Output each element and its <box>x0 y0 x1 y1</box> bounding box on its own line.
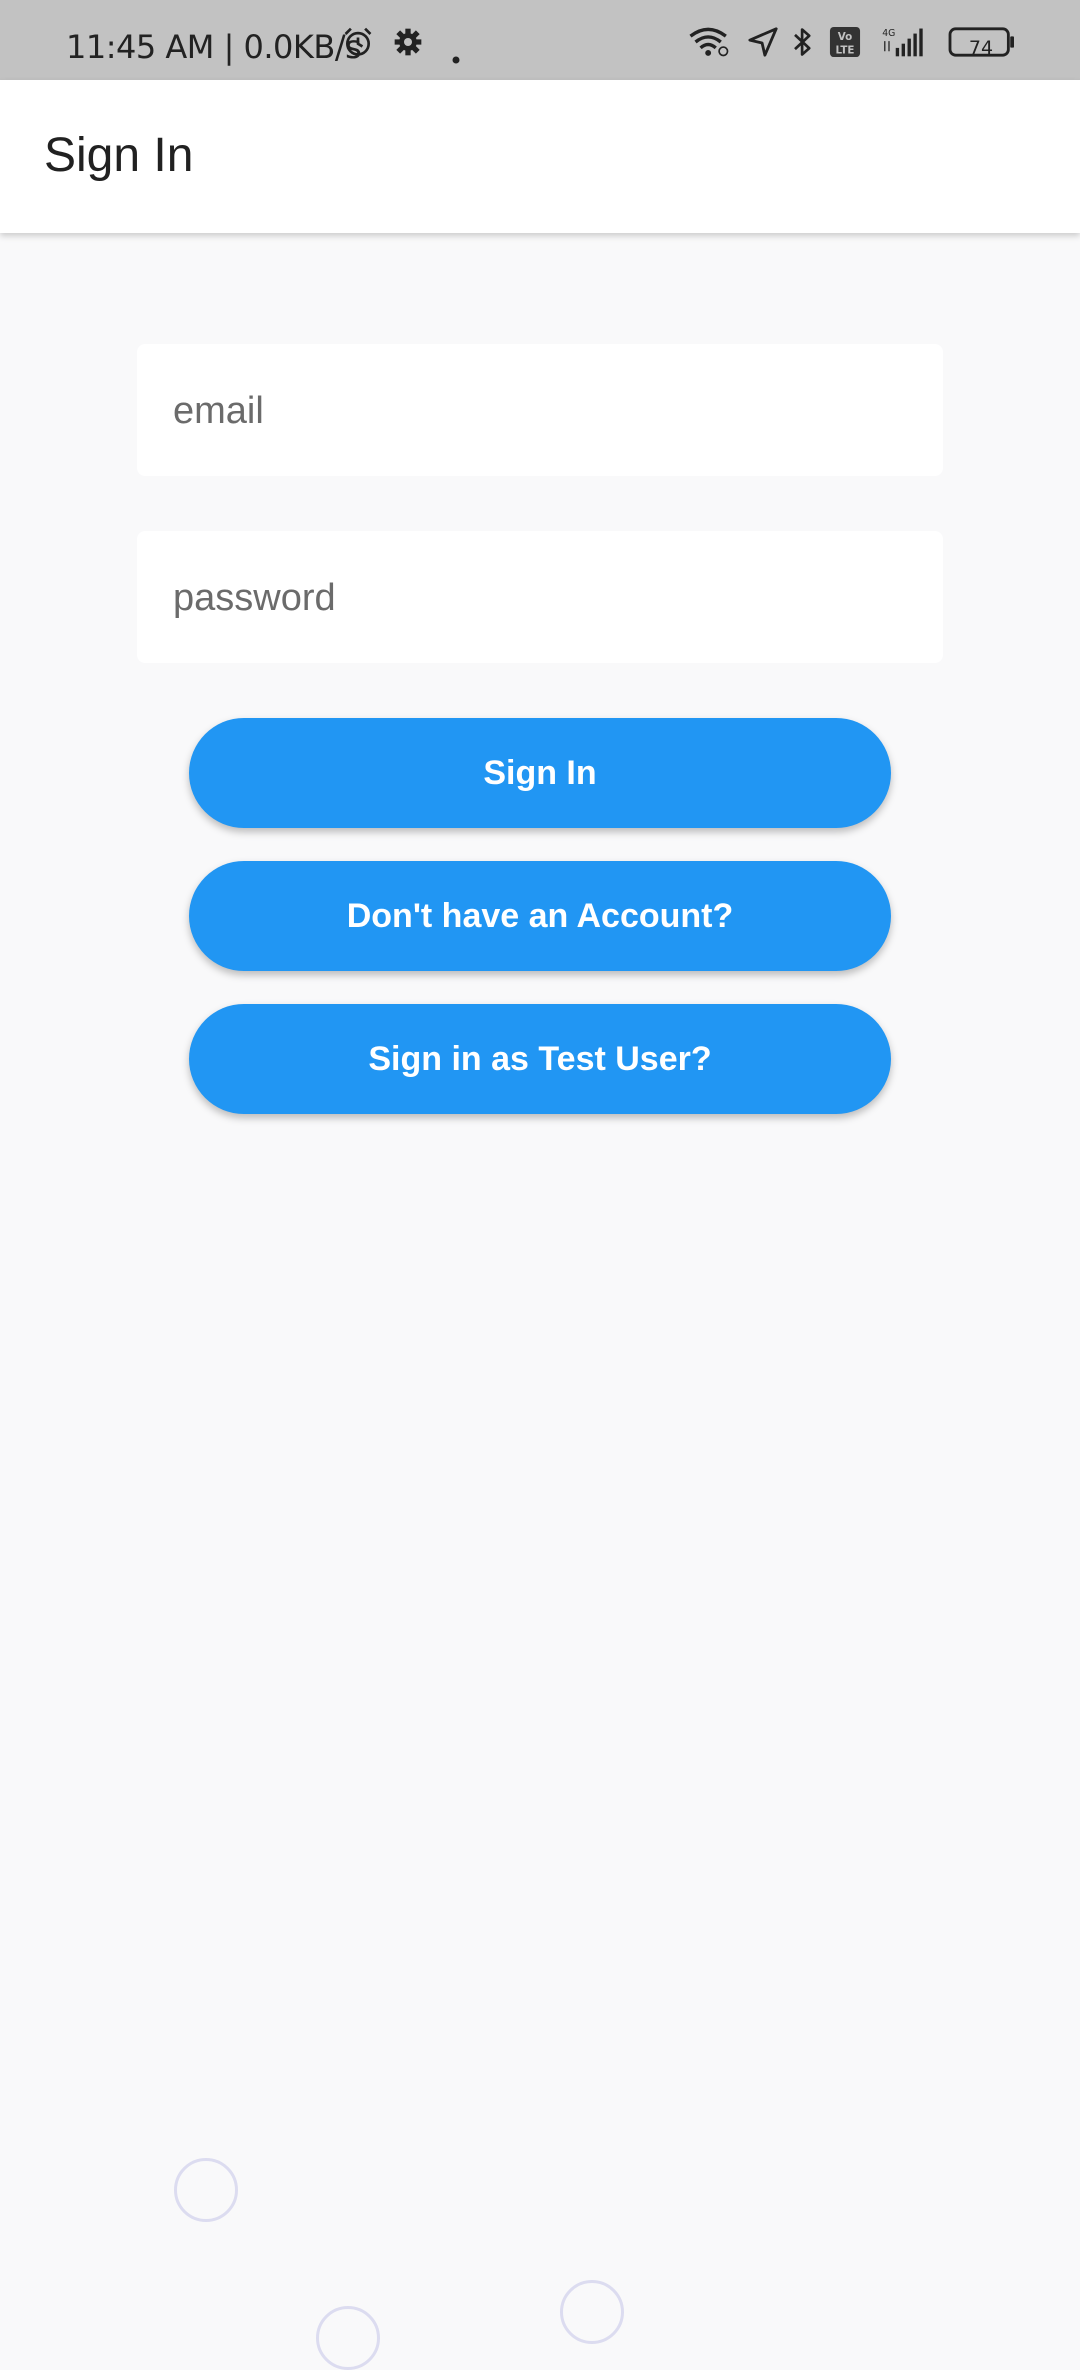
test-user-button-label: Sign in as Test User? <box>368 1039 712 1078</box>
dot-icon <box>452 56 460 64</box>
gear-icon <box>394 28 422 56</box>
sign-in-button[interactable]: Sign In <box>189 718 891 828</box>
volte-icon: Vo LTE <box>829 26 861 58</box>
wifi-icon <box>689 27 729 57</box>
touch-indicator-circle <box>560 2280 624 2344</box>
svg-text:LTE: LTE <box>836 44 855 56</box>
test-user-button[interactable]: Sign in as Test User? <box>189 1004 891 1114</box>
touch-indicator-circle <box>316 2306 380 2370</box>
svg-text:4G: 4G <box>882 28 895 39</box>
password-field[interactable] <box>137 531 943 665</box>
svg-text:Vo: Vo <box>838 31 853 43</box>
app-bar: Sign In <box>0 80 1080 233</box>
signal-icon: 4G <box>882 28 923 57</box>
status-bar: 11:45 AM | 0.0KB/s Vo LTE 4G 74 <box>0 0 1080 80</box>
alarm-icon <box>344 27 372 56</box>
sign-in-button-label: Sign In <box>483 753 597 792</box>
bluetooth-icon <box>794 28 811 56</box>
no-account-button-label: Don't have an Account? <box>346 896 734 935</box>
status-time: 11:45 AM | 0.0KB/s <box>66 28 362 66</box>
password-input[interactable] <box>171 531 915 665</box>
page-title: Sign In <box>44 129 194 182</box>
location-icon <box>748 27 778 57</box>
touch-indicator-circle <box>174 2158 238 2222</box>
email-field[interactable] <box>137 344 943 478</box>
battery-level: 74 <box>968 37 994 59</box>
email-input[interactable] <box>171 344 915 478</box>
no-account-button[interactable]: Don't have an Account? <box>189 861 891 971</box>
